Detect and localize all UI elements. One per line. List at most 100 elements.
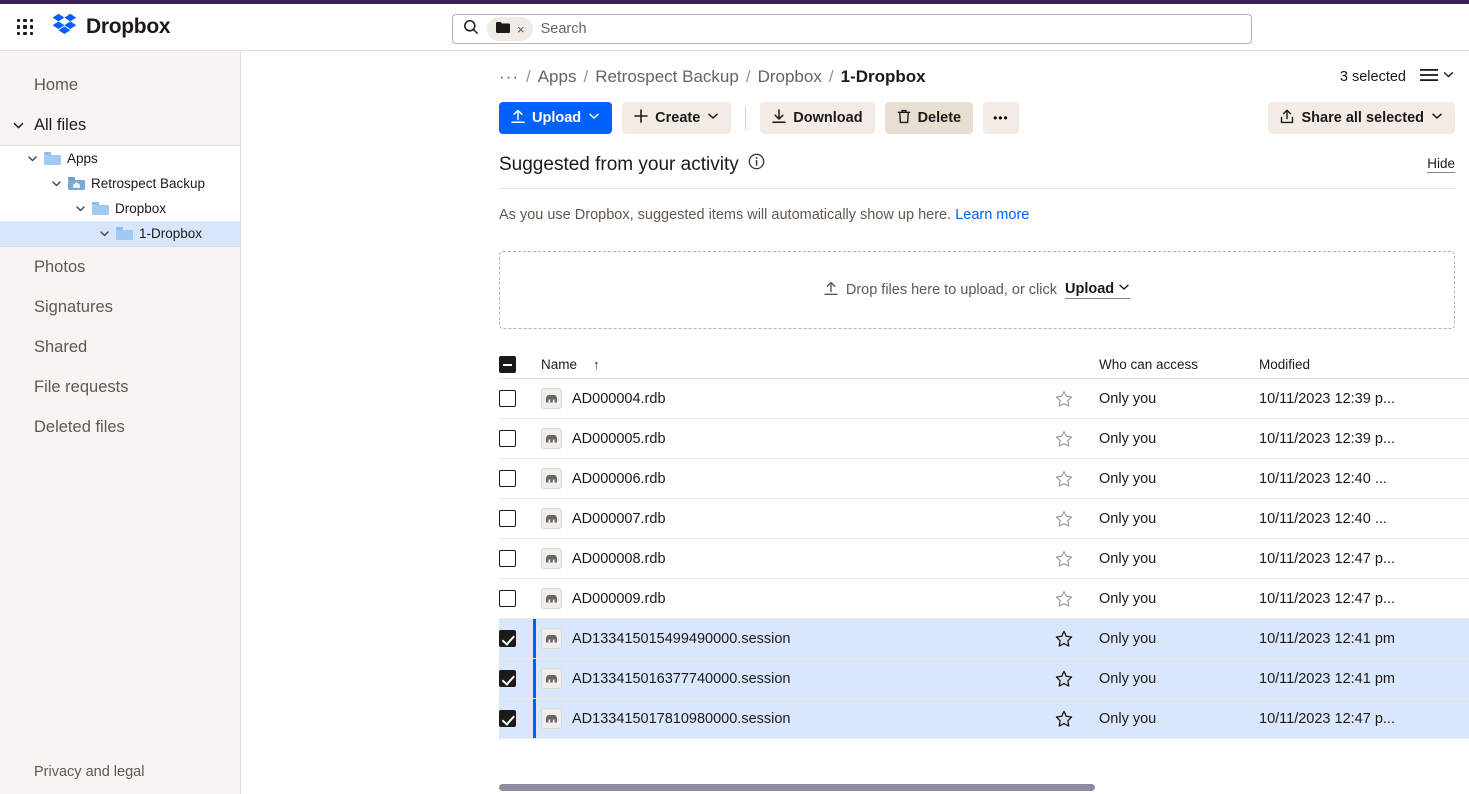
view-options-button[interactable] <box>1420 68 1455 87</box>
row-name-cell[interactable]: AD133415015499490000.session <box>541 628 1055 649</box>
star-icon[interactable] <box>1055 390 1073 407</box>
row-checkbox[interactable] <box>499 550 516 567</box>
star-icon[interactable] <box>1055 710 1073 727</box>
table-row[interactable]: AD000007.rdb Only you 10/11/2023 12:40 ... <box>499 499 1469 539</box>
row-name-cell[interactable]: AD133415017810980000.session <box>541 708 1055 729</box>
chevron-down-icon[interactable] <box>12 119 26 132</box>
tree-item-label: 1-Dropbox <box>139 226 203 241</box>
hide-suggested-link[interactable]: Hide <box>1427 156 1455 173</box>
more-actions-button[interactable]: ••• <box>983 102 1019 134</box>
tree-item-retrospect-backup[interactable]: Retrospect Backup <box>0 171 240 196</box>
row-checkbox[interactable] <box>499 510 516 527</box>
apps-grid-icon[interactable] <box>12 14 38 40</box>
row-select-cell <box>499 510 541 527</box>
star-icon[interactable] <box>1055 510 1073 527</box>
breadcrumb-item-dropbox[interactable]: Dropbox <box>758 67 822 87</box>
file-name-label: AD000004.rdb <box>572 390 666 407</box>
file-dropzone[interactable]: Drop files here to upload, or click Uplo… <box>499 251 1455 329</box>
row-access-cell: Only you <box>1099 590 1157 607</box>
table-row[interactable]: AD000006.rdb Only you 10/11/2023 12:40 ... <box>499 459 1469 499</box>
row-modified-cell: 10/11/2023 12:41 pm <box>1259 670 1395 687</box>
star-icon[interactable] <box>1055 670 1073 687</box>
breadcrumb-item-retrospect-backup[interactable]: Retrospect Backup <box>595 67 739 87</box>
info-icon[interactable] <box>748 153 765 176</box>
tree-item-apps[interactable]: Apps <box>0 146 240 171</box>
breadcrumb-overflow[interactable]: ··· <box>499 67 519 87</box>
table-row[interactable]: AD133415017810980000.session Only you 10/1… <box>499 699 1469 739</box>
sidebar-item-all-files[interactable]: All files <box>0 105 240 145</box>
row-name-cell[interactable]: AD000006.rdb <box>541 468 1055 489</box>
tree-item-dropbox[interactable]: Dropbox <box>0 196 240 221</box>
row-modified-cell: 10/11/2023 12:41 pm <box>1259 630 1395 647</box>
table-row[interactable]: AD133415016377740000.session Only you 10/1… <box>499 659 1469 699</box>
table-row[interactable]: AD133415015499490000.session Only you 10/1… <box>499 619 1469 659</box>
table-row[interactable]: AD000005.rdb Only you 10/11/2023 12:39 p..… <box>499 419 1469 459</box>
create-button[interactable]: Create <box>622 102 732 134</box>
share-all-selected-button[interactable]: Share all selected <box>1268 102 1455 134</box>
toolbar-right: Share all selected <box>1268 102 1455 134</box>
breadcrumb-separator: / <box>828 67 834 86</box>
row-access-cell: Only you <box>1099 430 1157 447</box>
scrollbar-thumb[interactable] <box>499 784 1096 791</box>
row-checkbox[interactable] <box>499 630 516 647</box>
row-name-cell[interactable]: AD000004.rdb <box>541 388 1055 409</box>
row-name-cell[interactable]: AD000009.rdb <box>541 588 1055 609</box>
search-scope-chip[interactable]: × <box>487 17 533 41</box>
delete-button[interactable]: Delete <box>884 102 974 134</box>
chevron-down-icon[interactable] <box>74 203 86 214</box>
star-icon[interactable] <box>1055 550 1073 567</box>
row-name-cell[interactable]: AD133415016377740000.session <box>541 668 1055 689</box>
row-checkbox[interactable] <box>499 470 516 487</box>
breadcrumb-item-apps[interactable]: Apps <box>538 67 577 87</box>
horizontal-scrollbar[interactable] <box>499 784 1461 791</box>
sidebar-item-deleted-files[interactable]: Deleted files <box>0 407 240 447</box>
learn-more-link[interactable]: Learn more <box>955 207 1029 223</box>
folder-icon <box>92 202 109 215</box>
sidebar-item-label: Deleted files <box>34 417 125 436</box>
dropzone-upload-link[interactable]: Upload <box>1065 281 1131 299</box>
sidebar-item-signatures[interactable]: Signatures <box>0 287 240 327</box>
star-icon[interactable] <box>1055 590 1073 607</box>
sidebar-item-file-requests[interactable]: File requests <box>0 367 240 407</box>
star-icon[interactable] <box>1055 430 1073 447</box>
row-checkbox[interactable] <box>499 670 516 687</box>
sidebar-item-home[interactable]: Home <box>0 65 240 105</box>
search-chip-remove-icon[interactable]: × <box>517 23 525 36</box>
row-checkbox[interactable] <box>499 390 516 407</box>
column-header-access[interactable]: Who can access <box>1099 357 1259 372</box>
row-select-cell <box>499 470 541 487</box>
dropbox-brand[interactable]: Dropbox <box>52 13 171 42</box>
suggested-body-text: As you use Dropbox, suggested items will… <box>499 207 952 223</box>
row-checkbox[interactable] <box>499 710 516 727</box>
search-bar[interactable]: × <box>452 14 1252 44</box>
search-input[interactable] <box>540 15 1241 43</box>
star-icon[interactable] <box>1055 470 1073 487</box>
upload-button[interactable]: Upload <box>499 102 613 134</box>
select-all-checkbox[interactable] <box>499 356 516 373</box>
privacy-and-legal-link[interactable]: Privacy and legal <box>0 750 240 794</box>
table-row[interactable]: AD000008.rdb Only you 10/11/2023 12:47 p..… <box>499 539 1469 579</box>
file-name-label: AD000005.rdb <box>572 430 666 447</box>
row-name-cell[interactable]: AD000007.rdb <box>541 508 1055 529</box>
sidebar-item-shared[interactable]: Shared <box>0 327 240 367</box>
sidebar-item-photos[interactable]: Photos <box>0 247 240 287</box>
row-checkbox[interactable] <box>499 430 516 447</box>
trash-icon <box>897 109 911 128</box>
tree-item-1-dropbox[interactable]: 1-Dropbox <box>0 221 240 246</box>
row-select-cell <box>499 590 541 607</box>
row-name-cell[interactable]: AD000008.rdb <box>541 548 1055 569</box>
column-header-name[interactable]: Name ↑ <box>541 357 1055 372</box>
chevron-down-icon[interactable] <box>26 153 38 164</box>
table-row[interactable]: AD000009.rdb Only you 10/11/2023 12:47 p..… <box>499 579 1469 619</box>
row-name-cell[interactable]: AD000005.rdb <box>541 428 1055 449</box>
star-icon[interactable] <box>1055 630 1073 647</box>
row-checkbox[interactable] <box>499 590 516 607</box>
download-button[interactable]: Download <box>760 102 875 134</box>
breadcrumb-separator: / <box>525 67 531 86</box>
chevron-down-icon[interactable] <box>50 178 62 189</box>
toolbar-divider <box>745 106 747 130</box>
table-row[interactable]: AD000004.rdb Only you 10/11/2023 12:39 p..… <box>499 379 1469 419</box>
row-access-cell: Only you <box>1099 390 1157 407</box>
chevron-down-icon[interactable] <box>98 228 110 239</box>
column-header-modified[interactable]: Modified <box>1259 357 1455 372</box>
